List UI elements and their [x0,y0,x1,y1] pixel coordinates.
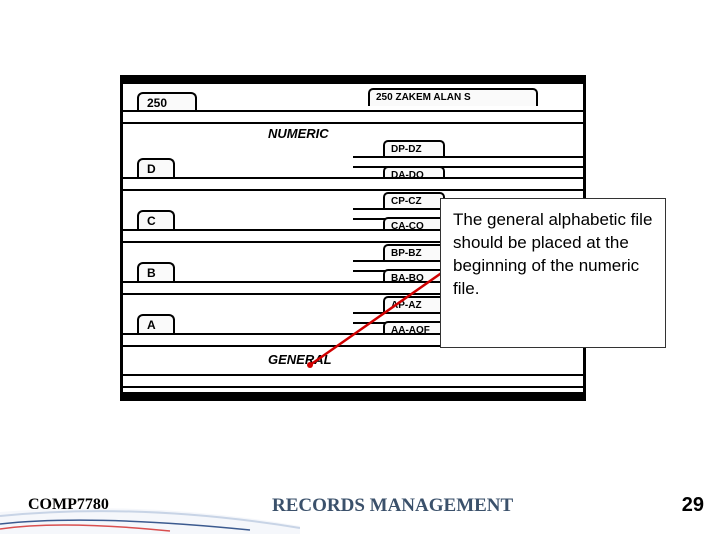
drawer-d [123,177,583,191]
callout-text: The general alphabetic file should be pl… [453,210,652,298]
drawer-bottom [123,374,583,388]
drawer-250 [123,110,583,124]
label-numeric: NUMERIC [268,126,329,141]
tab-d: D [137,158,175,178]
footer-page-number: 29 [682,494,704,517]
tab-b: B [137,262,175,282]
footer-course-code: COMP7780 [28,496,109,514]
tab-c: C [137,210,175,230]
tab-a: A [137,314,175,334]
folder-250-zakem: 250 ZAKEM ALAN S [368,88,538,106]
tab-250: 250 [137,92,197,112]
callout-box: The general alphabetic file should be pl… [440,198,666,348]
label-general: GENERAL [268,352,332,367]
footer-title: RECORDS MANAGEMENT [272,495,513,517]
